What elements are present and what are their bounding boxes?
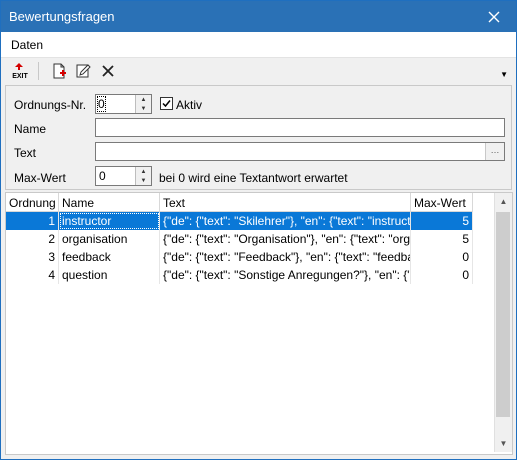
- detail-form: Ordnungs-Nr. 0 ▲ ▼ Aktiv Name Text … Max…: [5, 85, 512, 190]
- cell-name[interactable]: question: [59, 266, 160, 284]
- cell-maxwert[interactable]: 0: [411, 266, 473, 284]
- name-input[interactable]: [95, 118, 505, 137]
- cell-text[interactable]: {"de": {"text": "Skilehrer"}, "en": {"te…: [160, 212, 411, 230]
- column-header-text[interactable]: Text: [160, 193, 411, 212]
- vertical-scrollbar[interactable]: ▲ ▼: [494, 193, 512, 452]
- maxvalue-hint: bei 0 wird eine Textantwort erwartet: [159, 171, 348, 185]
- order-spinner[interactable]: 0 ▲ ▼: [95, 94, 152, 114]
- cell-text[interactable]: {"de": {"text": "Organisation"}, "en": {…: [160, 230, 411, 248]
- maxvalue-label: Max-Wert: [14, 171, 66, 185]
- edit-icon: [76, 64, 91, 78]
- cell-name[interactable]: organisation: [59, 230, 160, 248]
- cell-text[interactable]: {"de": {"text": "Sonstige Anregungen?"},…: [160, 266, 411, 284]
- maxvalue-value: 0: [99, 169, 106, 183]
- cell-maxwert[interactable]: 5: [411, 212, 473, 230]
- maxvalue-spin-down-icon[interactable]: ▼: [135, 176, 151, 185]
- active-label: Aktiv: [176, 98, 203, 112]
- order-value: 0: [97, 96, 106, 112]
- toolbar-separator: [38, 62, 39, 80]
- cell-text[interactable]: {"de": {"text": "Feedback"}, "en": {"tex…: [160, 248, 411, 266]
- cell-maxwert[interactable]: 5: [411, 230, 473, 248]
- scroll-down-icon[interactable]: ▼: [495, 435, 512, 452]
- maxvalue-spinner[interactable]: 0 ▲ ▼: [95, 166, 152, 186]
- column-header-maxwert[interactable]: Max-Wert: [411, 193, 473, 212]
- new-button[interactable]: [48, 61, 70, 81]
- toolbar: EXIT ▼: [1, 58, 516, 84]
- order-spin-down-icon[interactable]: ▼: [135, 104, 151, 113]
- table-row[interactable]: 4 question {"de": {"text": "Sonstige Anreg…: [6, 266, 473, 284]
- text-label: Text: [14, 146, 37, 160]
- cell-ordnung[interactable]: 2: [6, 230, 59, 248]
- scroll-up-icon[interactable]: ▲: [495, 193, 512, 210]
- cell-ordnung[interactable]: 1: [6, 212, 59, 230]
- exit-icon: EXIT: [12, 63, 29, 80]
- delete-button[interactable]: [97, 61, 119, 81]
- delete-icon: [102, 65, 114, 77]
- menu-daten[interactable]: Daten: [11, 38, 43, 52]
- close-button[interactable]: [472, 1, 516, 32]
- text-input[interactable]: …: [95, 142, 505, 161]
- column-header-ordnung[interactable]: Ordnung: [6, 193, 59, 212]
- active-checkbox[interactable]: [160, 97, 173, 110]
- scroll-thumb[interactable]: [496, 212, 510, 417]
- menu-bar: Daten: [1, 32, 516, 58]
- cell-name[interactable]: instructor: [59, 212, 160, 230]
- cell-maxwert[interactable]: 0: [411, 248, 473, 266]
- name-label: Name: [14, 122, 47, 136]
- window: Bewertungsfragen Daten EXIT ▼ Ordnungs-N…: [0, 0, 517, 460]
- cell-ordnung[interactable]: 4: [6, 266, 59, 284]
- close-icon: [488, 11, 500, 22]
- window-title: Bewertungsfragen: [9, 9, 115, 24]
- text-ellipsis-button[interactable]: …: [485, 143, 504, 160]
- cell-ordnung[interactable]: 3: [6, 248, 59, 266]
- order-label: Ordnungs-Nr.: [14, 98, 87, 112]
- table-row[interactable]: 1 instructor {"de": {"text": "Skilehrer"},…: [6, 212, 473, 230]
- exit-icon-label: EXIT: [12, 73, 28, 80]
- questions-grid: Ordnung Name Text Max-Wert 1 instructor {"…: [5, 192, 513, 455]
- checkmark-icon: [162, 100, 171, 108]
- cell-name[interactable]: feedback: [59, 248, 160, 266]
- new-document-icon: [53, 63, 66, 79]
- table-row[interactable]: 3 feedback {"de": {"text": "Feedback"}, "e…: [6, 248, 473, 266]
- title-bar[interactable]: Bewertungsfragen: [1, 1, 516, 32]
- edit-button[interactable]: [72, 61, 94, 81]
- toolbar-overflow-icon[interactable]: ▼: [500, 70, 508, 79]
- table-row[interactable]: 2 organisation {"de": {"text": "Organisati…: [6, 230, 473, 248]
- column-header-name[interactable]: Name: [59, 193, 160, 212]
- exit-button[interactable]: EXIT: [9, 61, 31, 81]
